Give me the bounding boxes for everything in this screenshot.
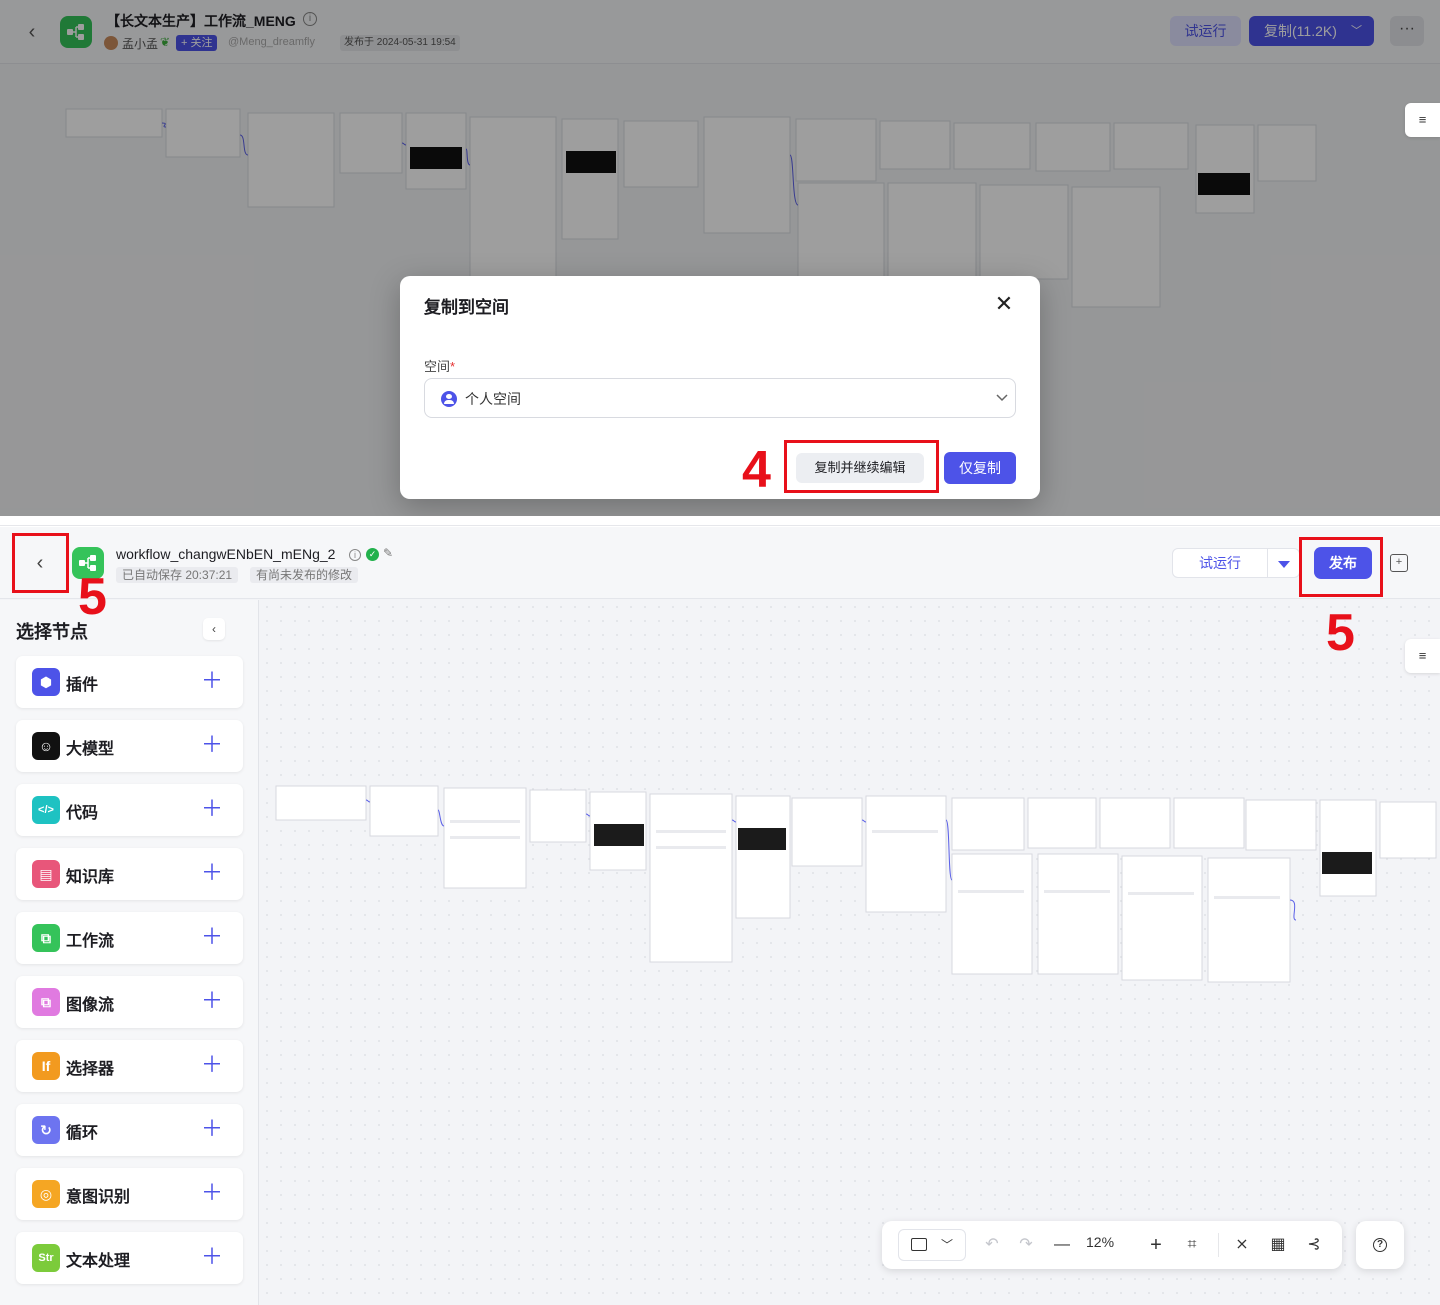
node-item-loop[interactable]: ↻ 循环 ＋ xyxy=(16,1104,243,1156)
code-icon: </> xyxy=(32,796,60,824)
node-item-workflow[interactable]: ⧉ 工作流 ＋ xyxy=(16,912,243,964)
node-item-code[interactable]: </> 代码 ＋ xyxy=(16,784,243,836)
plus-icon[interactable]: ＋ xyxy=(201,924,223,950)
node-item-selector[interactable]: If 选择器 ＋ xyxy=(16,1040,243,1092)
close-icon[interactable]: ✕ xyxy=(992,292,1016,316)
plus-icon[interactable]: ＋ xyxy=(201,988,223,1014)
person-icon xyxy=(441,391,457,407)
plus-icon[interactable]: ＋ xyxy=(201,796,223,822)
canvas-toolbar: ﹀ ↶ ↷ — 12% + ⌗ ⨯ ▦ ⊰ xyxy=(882,1221,1342,1269)
zoom-out-icon[interactable]: — xyxy=(1050,1233,1074,1257)
side-panel-toggle-icon[interactable]: ≡ xyxy=(1405,639,1440,673)
plus-icon[interactable]: ＋ xyxy=(201,1116,223,1142)
plus-icon[interactable]: ＋ xyxy=(201,860,223,886)
zoom-level[interactable]: 12% xyxy=(1086,1234,1114,1250)
help-icon: ? xyxy=(1373,1238,1387,1252)
chevron-down-icon xyxy=(996,394,1008,402)
copy-to-space-modal: 复制到空间 ✕ 空间* 个人空间 复制并继续编辑 仅复制 xyxy=(400,276,1040,499)
section-divider xyxy=(0,516,1440,526)
plus-icon[interactable]: ＋ xyxy=(201,732,223,758)
interaction-mode-select[interactable]: ﹀ xyxy=(898,1229,966,1261)
node-item-plugin[interactable]: ⬢ 插件 ＋ xyxy=(16,656,243,708)
trial-run-button[interactable]: 试运行 xyxy=(1172,548,1268,578)
toolbar-separator xyxy=(1218,1233,1219,1257)
node-item-label: 意图识别 xyxy=(66,1189,131,1206)
annotation-box-publish xyxy=(1299,537,1383,597)
node-item-imageflow[interactable]: ⧉ 图像流 ＋ xyxy=(16,976,243,1028)
workflow-name: workflow_changwENbEN_mENg_2 xyxy=(116,546,336,562)
selector-icon: If xyxy=(32,1052,60,1080)
node-item-label: 文本处理 xyxy=(66,1253,131,1270)
auto-layout-icon[interactable]: ▦ xyxy=(1266,1233,1290,1257)
info-icon[interactable]: i xyxy=(349,549,361,561)
copy-only-button[interactable]: 仅复制 xyxy=(944,452,1016,484)
intent-icon: ◎ xyxy=(32,1180,60,1208)
workflow-graph xyxy=(275,785,1437,983)
check-circle-icon: ✓ xyxy=(366,548,379,561)
node-item-label: 图像流 xyxy=(66,997,115,1014)
workflow-editor-screen: ‹ workflow_changwENbEN_mENg_2 i ✓ ✎ 已自动保… xyxy=(0,527,1440,1305)
collapse-sidebar-icon[interactable]: ‹ xyxy=(203,618,225,640)
side-panel-toggle-icon[interactable]: ≡ xyxy=(1405,103,1440,137)
autosave-status: 已自动保存 20:37:21 xyxy=(116,567,239,583)
workflow-canvas[interactable] xyxy=(260,600,1440,1305)
required-mark: * xyxy=(450,359,456,374)
plus-icon[interactable]: ＋ xyxy=(201,1180,223,1206)
plus-icon[interactable]: ＋ xyxy=(201,1244,223,1270)
space-select-value: 个人空间 xyxy=(465,391,521,407)
node-item-label: 插件 xyxy=(66,677,99,694)
node-item-label: 选择器 xyxy=(66,1061,115,1078)
edit-icon[interactable]: ✎ xyxy=(383,546,393,560)
text-process-icon: Str xyxy=(32,1244,60,1272)
node-item-knowledge[interactable]: ▤ 知识库 ＋ xyxy=(16,848,243,900)
node-item-label: 大模型 xyxy=(66,741,115,758)
annotation-step4: 4 xyxy=(742,441,771,499)
trackpad-icon xyxy=(911,1238,927,1251)
node-item-intent[interactable]: ◎ 意图识别 ＋ xyxy=(16,1168,243,1220)
node-item-label: 知识库 xyxy=(66,869,115,886)
imageflow-icon: ⧉ xyxy=(32,988,60,1016)
fit-view-icon[interactable]: ⌗ xyxy=(1180,1233,1204,1257)
knowledge-icon: ▤ xyxy=(32,860,60,888)
node-picker-sidebar: 选择节点 ‹ ⬢ 插件 ＋ ☺ 大模型 ＋ </> 代码 ＋ ▤ 知识库 ＋ ⧉… xyxy=(0,600,259,1305)
annotation-box-step4 xyxy=(784,440,939,493)
chevron-down-icon: ﹀ xyxy=(941,1238,954,1252)
llm-icon: ☺ xyxy=(32,732,60,760)
plus-icon[interactable]: ＋ xyxy=(201,1052,223,1078)
plugin-icon: ⬢ xyxy=(32,668,60,696)
undo-icon[interactable]: ↶ xyxy=(980,1233,1004,1257)
node-item-text-process[interactable]: Str 文本处理 ＋ xyxy=(16,1232,243,1284)
node-item-llm[interactable]: ☺ 大模型 ＋ xyxy=(16,720,243,772)
annotation-step5-right: 5 xyxy=(1326,604,1355,662)
modal-title: 复制到空间 xyxy=(424,298,509,317)
node-item-label: 工作流 xyxy=(66,933,115,950)
copy-dialog-screen: ‹ 【长文本生产】工作流_MENG i 孟小孟 ❦ + 关注 @Meng_dre… xyxy=(0,0,1440,516)
node-item-label: 循环 xyxy=(66,1125,99,1142)
help-button[interactable]: ? xyxy=(1356,1221,1404,1269)
connector-style-icon[interactable]: ⊰ xyxy=(1302,1233,1326,1257)
space-select[interactable]: 个人空间 xyxy=(424,378,1016,418)
space-field-label: 空间* xyxy=(424,359,456,374)
annotation-step5-left: 5 xyxy=(78,568,107,626)
workflow-icon: ⧉ xyxy=(32,924,60,952)
annotation-box-back xyxy=(12,533,69,593)
duplicate-icon[interactable]: + xyxy=(1390,554,1408,572)
unpublished-changes-badge: 有尚未发布的修改 xyxy=(250,567,359,583)
loop-icon: ↻ xyxy=(32,1116,60,1144)
trial-run-dropdown-icon[interactable] xyxy=(1268,548,1300,578)
collapse-nodes-icon[interactable]: ⨯ xyxy=(1230,1233,1254,1257)
redo-icon[interactable]: ↷ xyxy=(1014,1233,1038,1257)
zoom-in-icon[interactable]: + xyxy=(1144,1233,1168,1257)
plus-icon[interactable]: ＋ xyxy=(201,668,223,694)
node-item-label: 代码 xyxy=(66,805,99,822)
editor-header: ‹ workflow_changwENbEN_mENg_2 i ✓ ✎ 已自动保… xyxy=(0,527,1440,599)
